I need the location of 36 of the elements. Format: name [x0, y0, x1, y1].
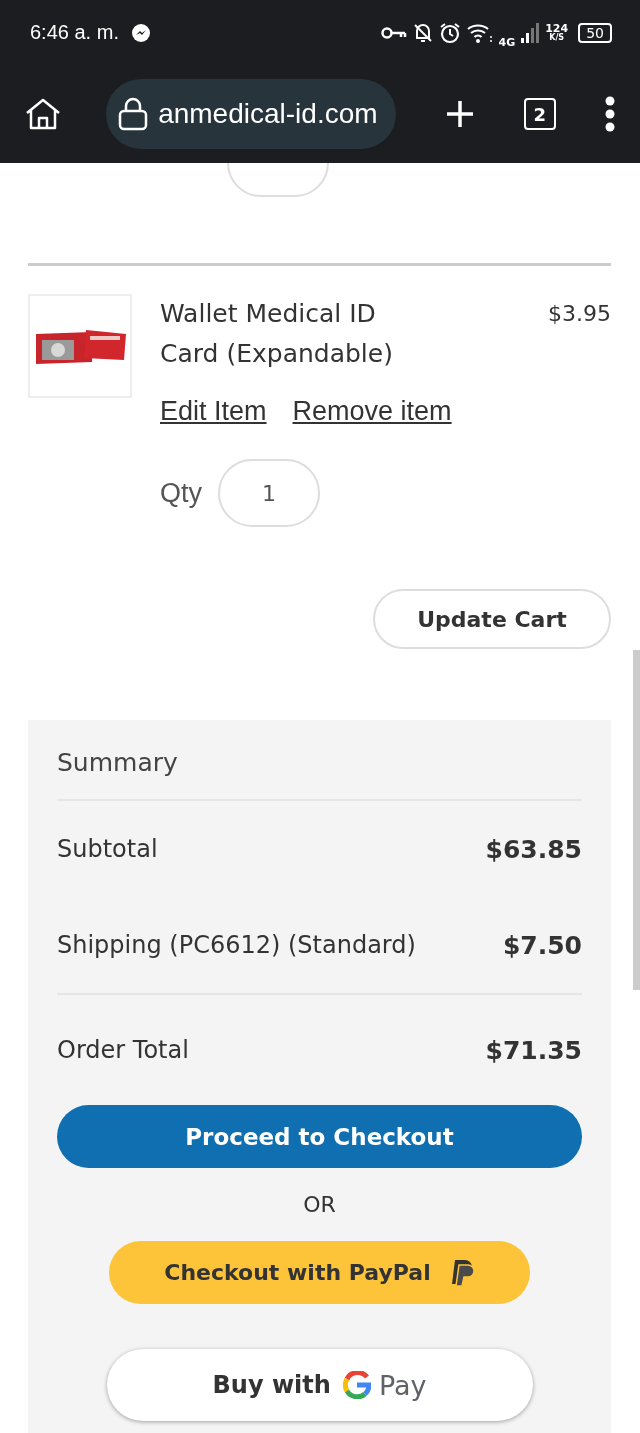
menu-icon[interactable] — [604, 96, 616, 132]
speed-unit: K/S — [549, 34, 565, 42]
google-pay-button[interactable]: Buy with Pay — [106, 1349, 533, 1421]
alarm-icon — [438, 21, 461, 44]
speed-value: 124 — [545, 23, 569, 34]
update-cart-button[interactable]: Update Cart — [373, 589, 611, 649]
summary-value: $63.85 — [485, 834, 582, 864]
status-time: 6:46 a. m. — [30, 21, 119, 44]
summary-label: Order Total — [57, 1036, 189, 1064]
paypal-button[interactable]: Checkout with PayPal — [109, 1241, 530, 1304]
signal-icon — [521, 22, 540, 43]
product-price: $3.95 — [548, 300, 611, 328]
item-link[interactable]: Remove item — [292, 396, 452, 427]
wifi-icon — [466, 21, 493, 44]
chat-bubble-icon — [130, 22, 151, 43]
checkout-button[interactable]: Proceed to Checkout — [57, 1105, 582, 1168]
or-separator: OR — [302, 1192, 337, 1217]
network-type: 4G — [498, 36, 516, 49]
quantity-label: Qty — [160, 477, 202, 509]
key-icon — [380, 24, 407, 41]
battery-indicator: 50 — [578, 22, 612, 43]
tab-count-button[interactable]: 2 — [523, 98, 556, 130]
summary-label: Subtotal — [57, 835, 158, 863]
bell-off-icon — [412, 21, 433, 44]
product-name[interactable]: Wallet Medical ID Card (Expandable) — [160, 294, 435, 374]
address-bar[interactable]: anmedical-id.com — [106, 79, 396, 149]
summary-title: Summary — [57, 748, 582, 801]
summary-value: $7.50 — [502, 930, 582, 960]
home-icon[interactable] — [24, 97, 62, 131]
quantity-field[interactable]: 1 — [218, 459, 320, 527]
summary-value: $71.35 — [485, 1035, 582, 1065]
scrollbar[interactable] — [633, 650, 640, 990]
google-g-icon — [342, 1371, 371, 1399]
lock-icon — [118, 97, 149, 131]
item-link[interactable]: Edit Item — [160, 396, 267, 427]
summary-label: Shipping (PC6612) (Standard) — [57, 931, 416, 959]
